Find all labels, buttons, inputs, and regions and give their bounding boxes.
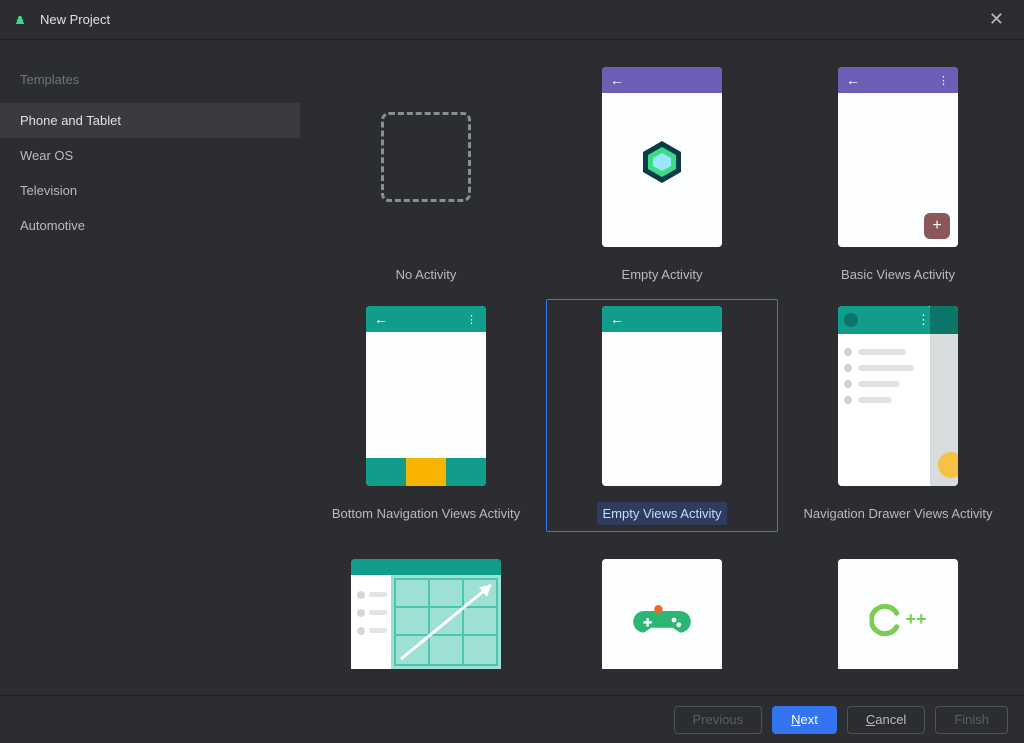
sidebar: Templates Phone and Tablet Wear OS Telev… (0, 40, 300, 695)
back-arrow-icon: ← (610, 72, 624, 88)
overflow-menu-icon: ⋮ (466, 313, 478, 326)
back-arrow-icon: ← (374, 311, 388, 327)
finish-button: Finish (935, 706, 1008, 734)
fab-icon (938, 452, 958, 478)
footer: Previous Next Cancel Finish (0, 695, 1024, 743)
template-label: Empty Activity (616, 263, 709, 286)
dashed-placeholder-icon (381, 112, 471, 202)
button-label: Previous (693, 712, 744, 727)
template-thumb (366, 67, 486, 247)
template-card-basic-views[interactable]: ← ⋮ + Basic Views Activity (782, 60, 1014, 293)
template-label: Navigation Drawer Views Activity (797, 502, 998, 525)
template-thumb: ⋮ (838, 306, 958, 486)
template-label: Empty Views Activity (597, 502, 728, 525)
responsive-grid-icon (351, 559, 501, 669)
button-label: Cancel (866, 712, 906, 727)
fab-add-icon: + (924, 213, 950, 239)
mock-appbar: ← ⋮ (366, 306, 486, 332)
template-grid-container: No Activity ← Empty Activ (300, 40, 1024, 695)
template-card-game[interactable] (546, 538, 778, 676)
nav-segment (446, 458, 486, 486)
button-label: Next (791, 712, 818, 727)
mock-appbar: ← (602, 306, 722, 332)
previous-button: Previous (674, 706, 763, 734)
template-card-native-cpp[interactable]: ++ (782, 538, 1014, 676)
template-thumb: ← ⋮ + (838, 67, 958, 247)
sidebar-item-label: Phone and Tablet (20, 113, 121, 128)
template-label: Bottom Navigation Views Activity (326, 502, 526, 525)
template-thumb: ++ (838, 559, 958, 669)
template-thumb: ← ⋮ (366, 306, 486, 486)
mock-backdrop (930, 306, 958, 486)
template-card-empty-views[interactable]: ← Empty Views Activity (546, 299, 778, 532)
avatar-icon (844, 313, 858, 327)
cpp-icon: ++ (869, 603, 926, 637)
sidebar-item-television[interactable]: Television (0, 173, 300, 208)
overflow-menu-icon: ⋮ (938, 74, 950, 87)
template-card-responsive[interactable] (310, 538, 542, 676)
mock-body (602, 332, 722, 486)
mock-body: ++ (838, 559, 958, 669)
gamepad-icon (632, 600, 692, 640)
overflow-menu-icon: ⋮ (917, 312, 930, 328)
mock-appbar: ← (602, 67, 722, 93)
sidebar-item-wear-os[interactable]: Wear OS (0, 138, 300, 173)
template-label: No Activity (390, 263, 463, 286)
mock-appbar: ← ⋮ (838, 67, 958, 93)
mock-body (602, 559, 722, 669)
next-button[interactable]: Next (772, 706, 837, 734)
template-card-nav-drawer[interactable]: ⋮ Navigation Drawer Views (782, 299, 1014, 532)
template-card-no-activity[interactable]: No Activity (310, 60, 542, 293)
back-arrow-icon: ← (846, 72, 860, 88)
sidebar-item-phone-tablet[interactable]: Phone and Tablet (0, 103, 300, 138)
mock-body (602, 93, 722, 247)
template-thumb (351, 559, 501, 669)
sidebar-item-automotive[interactable]: Automotive (0, 208, 300, 243)
sidebar-item-label: Television (20, 183, 77, 198)
template-card-bottom-nav[interactable]: ← ⋮ Bottom Navigation Views Activity (310, 299, 542, 532)
window-title: New Project (40, 12, 110, 27)
mock-body: + (838, 93, 958, 247)
sidebar-item-label: Automotive (20, 218, 85, 233)
template-thumb: ← (602, 306, 722, 486)
template-thumb (602, 559, 722, 669)
sidebar-heading: Templates (0, 64, 300, 103)
main-area: Templates Phone and Tablet Wear OS Telev… (0, 40, 1024, 695)
template-thumb: ← (602, 67, 722, 247)
compose-hex-icon (637, 137, 687, 187)
button-label: Finish (954, 712, 989, 727)
back-arrow-icon: ← (610, 311, 624, 327)
template-card-empty-activity[interactable]: ← Empty Activity (546, 60, 778, 293)
mock-bottom-nav (366, 458, 486, 486)
nav-segment (366, 458, 406, 486)
mock-drawer-header: ⋮ (838, 306, 930, 334)
template-label: Basic Views Activity (835, 263, 961, 286)
nav-segment-active (406, 458, 446, 486)
cancel-button[interactable]: Cancel (847, 706, 925, 734)
template-grid: No Activity ← Empty Activ (310, 60, 1014, 676)
close-icon[interactable]: ✕ (981, 5, 1012, 34)
sidebar-item-label: Wear OS (20, 148, 73, 163)
android-studio-icon (12, 12, 28, 28)
mock-body (366, 332, 486, 458)
titlebar: New Project ✕ (0, 0, 1024, 40)
mock-drawer-list (838, 334, 926, 486)
